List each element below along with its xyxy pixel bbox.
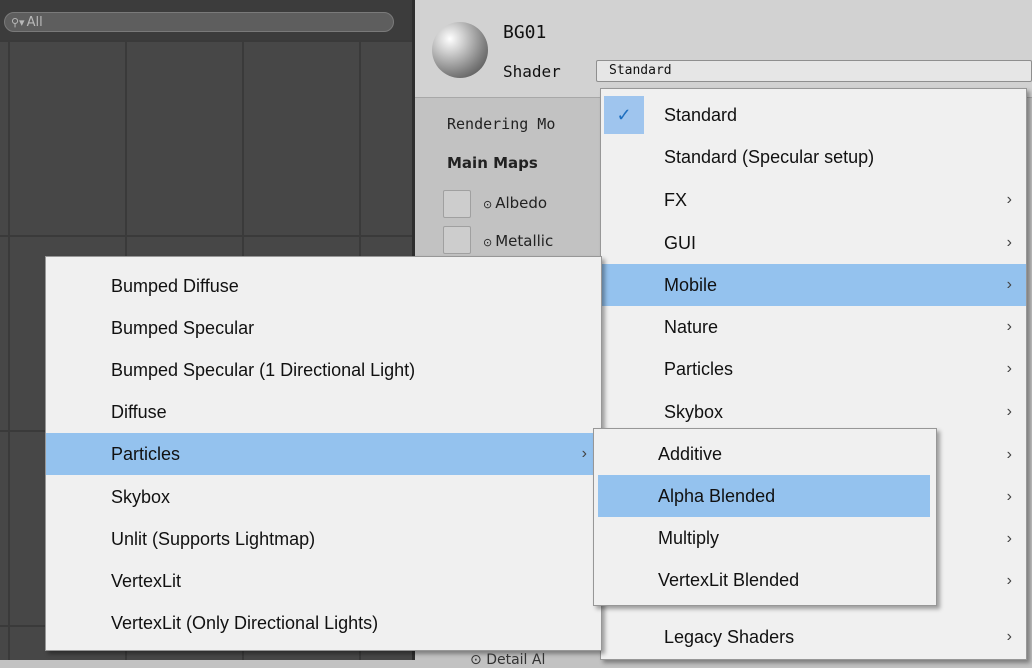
menu-item-diffuse[interactable]: Diffuse [46,391,601,433]
main-maps-heading: Main Maps [447,154,538,172]
menu-item-legacy-shaders[interactable]: Legacy Shaders › [601,616,1026,658]
menu-item-label: VertexLit (Only Directional Lights) [111,612,379,633]
menu-item-label: Standard (Specular setup) [664,146,875,167]
menu-item-standard[interactable]: ✓ Standard [601,94,1026,136]
albedo-row[interactable]: ⊙ Albedo [483,194,547,212]
metallic-row[interactable]: ⊙ Metallic [483,232,553,250]
metallic-label: Metallic [495,232,554,250]
chevron-right-icon: › [1006,488,1012,505]
search-icon[interactable]: ⚲▾ [11,16,25,29]
menu-item-label: Additive [658,443,723,464]
menu-item-gui[interactable]: GUI › [601,222,1026,264]
shader-label: Shader [503,62,561,81]
menu-item-vertexlit[interactable]: VertexLit [46,560,601,602]
menu-item-vertexlit-dir[interactable]: VertexLit (Only Directional Lights) [46,602,601,644]
checkmark-icon: ✓ [604,96,644,134]
chevron-right-icon: › [1006,403,1012,420]
material-name: BG01 [503,22,547,43]
chevron-right-icon: › [1006,628,1012,645]
menu-item-label: Diffuse [111,401,167,422]
material-preview-sphere [432,22,488,78]
menu-item-label: Legacy Shaders [664,626,795,647]
menu-item-nature[interactable]: Nature › [601,306,1026,348]
albedo-label: Albedo [495,194,548,212]
menu-item-bumped-specular[interactable]: Bumped Specular [46,307,601,349]
chevron-right-icon: › [1006,318,1012,335]
chevron-right-icon: › [1006,572,1012,589]
menu-item-vertexlit-blended[interactable]: VertexLit Blended [594,559,936,601]
menu-item-label: Mobile [664,274,718,295]
albedo-texture-slot[interactable] [443,190,471,218]
menu-item-label: Particles [111,443,181,464]
material-header: BG01 Shader Standard [415,0,1032,98]
chevron-right-icon: › [1006,191,1012,208]
menu-item-bumped-diffuse[interactable]: Bumped Diffuse [46,265,601,307]
chevron-right-icon: › [1006,360,1012,377]
menu-item-label: FX [664,189,688,210]
menu-item-label: Skybox [664,401,724,422]
scene-toolbar: ⚲▾ All [0,0,412,40]
chevron-right-icon: › [1006,530,1012,547]
menu-item-label: GUI [664,232,697,253]
chevron-right-icon: › [1006,276,1012,293]
metallic-texture-slot[interactable] [443,226,471,254]
menu-item-label: Bumped Diffuse [111,275,239,296]
menu-item-label: Nature [664,316,719,337]
menu-item-label: VertexLit Blended [658,569,800,590]
detail-label: Detail Al [486,652,546,668]
menu-item-label: Bumped Specular (1 Directional Light) [111,359,416,380]
menu-item-unlit[interactable]: Unlit (Supports Lightmap) [46,518,601,560]
menu-item-mobile-skybox[interactable]: Skybox [46,476,601,518]
menu-item-label: Alpha Blended [658,485,776,506]
object-picker-icon[interactable]: ⊙ [483,198,492,211]
menu-item-label: Unlit (Supports Lightmap) [111,528,316,549]
menu-item-mobile-particles[interactable]: Particles › [46,433,601,475]
menu-item-alpha-blended[interactable]: Alpha Blended [598,475,930,517]
chevron-right-icon: › [581,445,587,462]
search-input[interactable]: ⚲▾ All [4,12,394,32]
rendering-mode-label: Rendering Mo [447,115,556,133]
particles-submenu: Additive Alpha Blended Multiply VertexLi… [593,428,937,606]
chevron-right-icon: › [1006,234,1012,251]
menu-item-additive[interactable]: Additive [594,433,936,475]
menu-item-fx[interactable]: FX › [601,179,1026,221]
menu-item-bumped-specular-1dl[interactable]: Bumped Specular (1 Directional Light) [46,349,601,391]
object-picker-icon: ⊙ [470,652,487,668]
object-picker-icon[interactable]: ⊙ [483,236,492,249]
menu-item-label: Particles [664,358,734,379]
shader-dropdown[interactable]: Standard [596,60,1032,82]
menu-item-label: Skybox [111,486,171,507]
menu-item-label: Multiply [658,527,720,548]
detail-albedo-label: ⊙ Detail Al [470,652,545,668]
mobile-submenu: Bumped Diffuse Bumped Specular Bumped Sp… [45,256,602,651]
menu-item-particles[interactable]: Particles › [601,348,1026,390]
menu-item-mobile[interactable]: Mobile › [601,264,1026,306]
search-text: All [26,14,43,30]
menu-item-multiply[interactable]: Multiply [594,517,936,559]
menu-item-skybox[interactable]: Skybox › [601,391,1026,433]
menu-item-label: VertexLit [111,570,182,591]
chevron-right-icon: › [1006,446,1012,463]
menu-item-label: Bumped Specular [111,317,255,338]
menu-item-standard-specular[interactable]: Standard (Specular setup) [601,136,1026,178]
